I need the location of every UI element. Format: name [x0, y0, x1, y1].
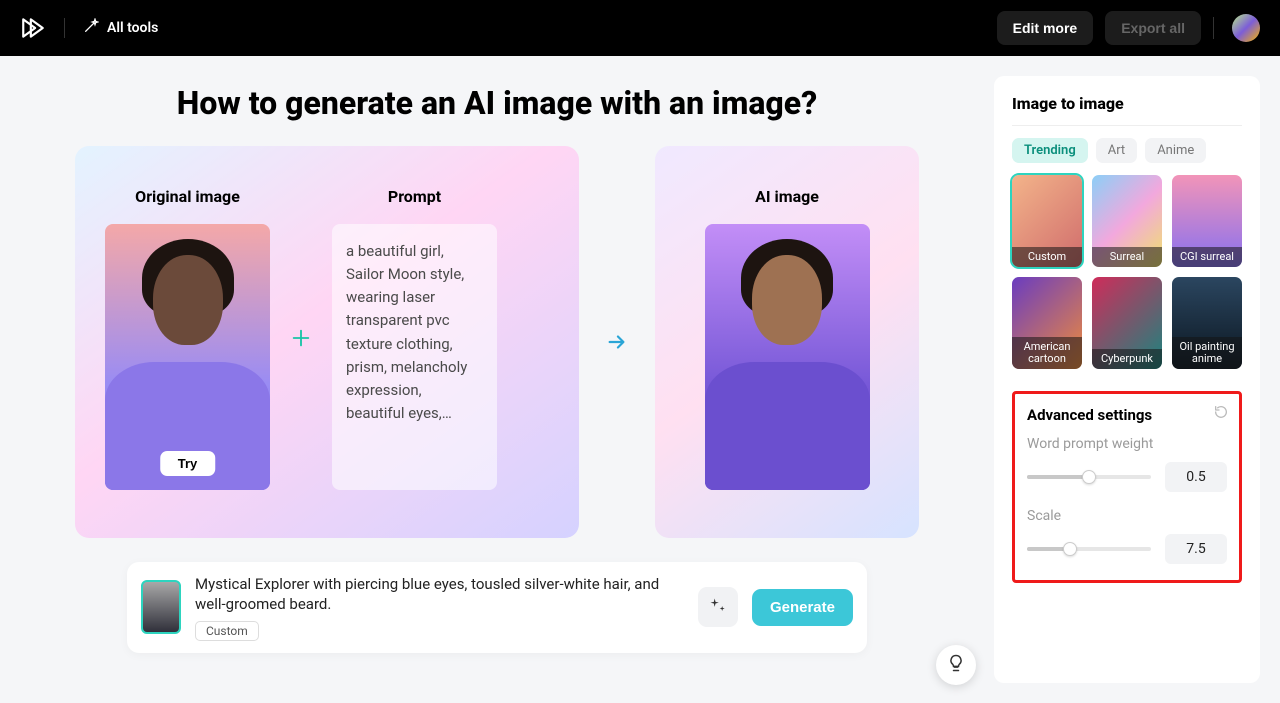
style-surreal[interactable]: Surreal: [1092, 175, 1162, 267]
divider: [1213, 17, 1214, 39]
help-button[interactable]: [936, 645, 976, 685]
tab-art[interactable]: Art: [1096, 138, 1137, 163]
all-tools-button[interactable]: All tools: [83, 18, 158, 38]
ai-col: AI image: [705, 187, 870, 490]
arrow-right-icon: [597, 146, 637, 538]
divider: [1012, 125, 1242, 126]
side-panel-title: Image to image: [1012, 94, 1242, 113]
word-weight-label: Word prompt weight: [1027, 436, 1227, 452]
scale-value[interactable]: 7.5: [1165, 534, 1227, 564]
advanced-settings-title: Advanced settings: [1027, 406, 1227, 424]
style-custom[interactable]: Custom: [1012, 175, 1082, 267]
style-chip[interactable]: Custom: [195, 621, 259, 641]
user-avatar[interactable]: [1232, 14, 1260, 42]
ai-label: AI image: [755, 187, 819, 206]
tab-trending[interactable]: Trending: [1012, 138, 1088, 163]
content-area: How to generate an AI image with an imag…: [0, 56, 994, 703]
header-left: All tools: [20, 15, 158, 41]
lightbulb-icon: [946, 653, 966, 677]
word-weight-slider[interactable]: [1027, 475, 1151, 479]
reset-icon: [1213, 405, 1229, 424]
generate-button[interactable]: Generate: [752, 589, 853, 626]
original-label: Original image: [135, 187, 240, 206]
example-prompt-text: a beautiful girl, Sailor Moon style, wea…: [332, 224, 497, 490]
main-area: How to generate an AI image with an imag…: [0, 56, 1280, 703]
scale-label: Scale: [1027, 508, 1227, 524]
scale-slider[interactable]: [1027, 547, 1151, 551]
page-title: How to generate an AI image with an imag…: [30, 84, 964, 122]
style-cyberpunk[interactable]: Cyberpunk: [1092, 277, 1162, 369]
sparkle-icon: [708, 596, 728, 619]
original-col: Original image Try: [105, 187, 270, 490]
tab-anime[interactable]: Anime: [1145, 138, 1206, 163]
prompt-bar: Mystical Explorer with piercing blue eye…: [127, 562, 867, 653]
all-tools-label: All tools: [107, 20, 158, 36]
example-card-input: Original image Try Prompt a beautiful gi…: [75, 146, 579, 538]
style-tabs: Trending Art Anime: [1012, 138, 1242, 163]
style-american-cartoon[interactable]: American cartoon: [1012, 277, 1082, 369]
prompt-text[interactable]: Mystical Explorer with piercing blue eye…: [195, 574, 684, 615]
plus-icon: [288, 327, 314, 349]
example-card-output: AI image: [655, 146, 919, 538]
style-cgi-surreal[interactable]: CGI surreal: [1172, 175, 1242, 267]
example-row: Original image Try Prompt a beautiful gi…: [30, 146, 964, 538]
prompt-thumbnail[interactable]: [141, 580, 181, 634]
advanced-settings-block: Advanced settings Word prompt weight 0.5…: [1012, 391, 1242, 583]
header-right: Edit more Export all: [997, 11, 1260, 45]
word-weight-row: 0.5: [1027, 462, 1227, 492]
prompt-col: Prompt a beautiful girl, Sailor Moon sty…: [332, 187, 497, 490]
prompt-label: Prompt: [388, 187, 441, 206]
style-grid: Custom Surreal CGI surreal American cart…: [1012, 175, 1242, 369]
try-button[interactable]: Try: [160, 451, 216, 476]
app-logo-icon[interactable]: [20, 15, 46, 41]
enhance-button[interactable]: [698, 587, 738, 627]
magic-wand-icon: [83, 18, 99, 38]
edit-more-button[interactable]: Edit more: [997, 11, 1094, 45]
style-oil-painting-anime[interactable]: Oil painting anime: [1172, 277, 1242, 369]
app-header: All tools Edit more Export all: [0, 0, 1280, 56]
export-all-button: Export all: [1105, 11, 1201, 45]
side-panel: Image to image Trending Art Anime Custom…: [994, 76, 1260, 683]
reset-button[interactable]: [1213, 404, 1229, 424]
prompt-text-col: Mystical Explorer with piercing blue eye…: [195, 574, 684, 641]
ai-image: [705, 224, 870, 490]
scale-row: 7.5: [1027, 534, 1227, 564]
divider: [64, 18, 65, 38]
word-weight-value[interactable]: 0.5: [1165, 462, 1227, 492]
original-image: Try: [105, 224, 270, 490]
